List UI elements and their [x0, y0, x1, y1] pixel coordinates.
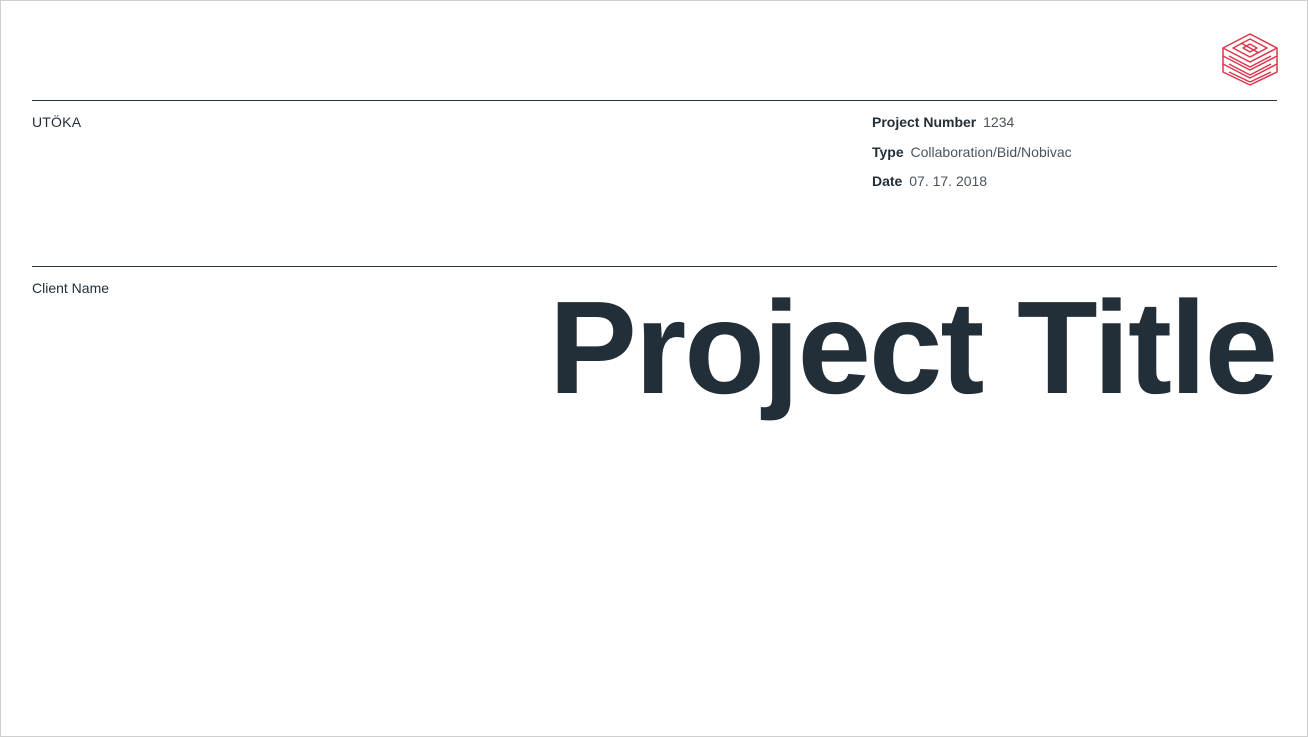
- slide-page: UTÖKA Project Number 1234 Type Collabora…: [0, 0, 1308, 737]
- project-date-value: 07. 17. 2018: [909, 173, 988, 189]
- project-number-value: 1234: [983, 114, 1015, 130]
- project-title: Project Title: [548, 274, 1278, 421]
- project-number-label: Project Number: [872, 114, 977, 130]
- project-date-label: Date: [872, 173, 903, 189]
- middle-divider: [32, 266, 1277, 267]
- top-divider: [32, 100, 1277, 101]
- client-name: Client Name: [32, 280, 110, 296]
- project-number-row: Project Number 1234: [872, 114, 1072, 144]
- project-type-label: Type: [872, 143, 904, 160]
- project-date-row: Date 07. 17. 2018: [872, 173, 1072, 203]
- stacked-maze-logo-icon: [1222, 33, 1278, 86]
- project-type-value: Collaboration/Bid/Nobivac: [910, 143, 1072, 160]
- company-name: UTÖKA: [32, 114, 82, 130]
- project-type-row: Type Collaboration/Bid/Nobivac: [872, 144, 1072, 174]
- project-meta: Project Number 1234 Type Collaboration/B…: [872, 114, 1072, 203]
